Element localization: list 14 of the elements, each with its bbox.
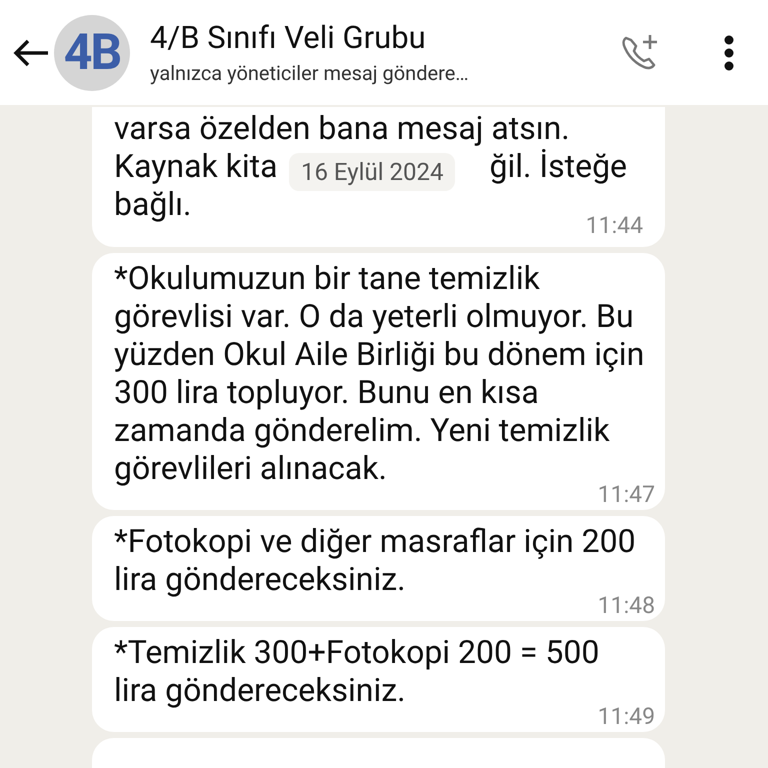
back-icon[interactable] bbox=[12, 38, 50, 68]
message-text: bağlı. bbox=[114, 185, 192, 223]
group-subtitle: yalnızca yöneticiler mesaj göndere… bbox=[150, 60, 470, 86]
group-title[interactable]: 4/B Sınıfı Veli Grubu bbox=[150, 18, 590, 58]
avatar-text: 4B bbox=[64, 28, 120, 78]
menu-icon[interactable] bbox=[724, 34, 734, 70]
message-text: varsa özelden bana mesaj atsın. bbox=[114, 109, 570, 147]
message-time: 11:44 bbox=[586, 213, 643, 239]
date-chip: 16 Eylül 2024 bbox=[289, 153, 456, 191]
group-avatar[interactable]: 4B bbox=[54, 14, 130, 90]
message-text: *Temizlik 300+Fotokopi 200 = 500 lira göndereceksiniz. bbox=[114, 633, 600, 709]
message-text: Kaynak kita bbox=[114, 147, 278, 185]
message-text: ğil. İsteğe bbox=[490, 147, 627, 185]
message-time: 11:49 bbox=[598, 704, 655, 730]
